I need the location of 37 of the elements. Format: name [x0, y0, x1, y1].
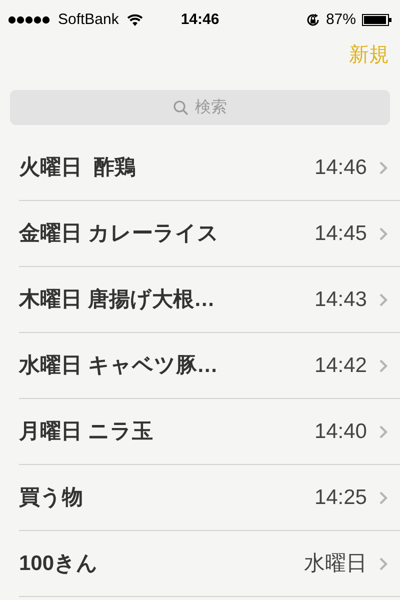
chevron-icon: [379, 292, 388, 306]
note-title: 木曜日 唐揚げ大根…: [19, 286, 216, 313]
note-title: 買う物: [19, 484, 84, 511]
chevron-icon: [379, 358, 388, 372]
note-date: 水曜日: [304, 550, 367, 577]
note-date: 14:45: [314, 220, 367, 247]
chevron-icon: [379, 490, 388, 504]
note-row[interactable]: 月曜日 ニラ玉 14:40: [19, 399, 400, 465]
chevron-icon: [379, 226, 388, 240]
note-row[interactable]: 木曜日 唐揚げ大根… 14:43: [19, 267, 400, 333]
note-title: 100きん: [19, 550, 100, 577]
note-date: 14:42: [314, 352, 367, 379]
note-date: 14:40: [314, 418, 367, 445]
chevron-icon: [379, 160, 388, 174]
note-row[interactable]: 買う物 14:25: [19, 465, 400, 531]
note-row[interactable]: 100きん 水曜日: [19, 531, 400, 597]
note-date: 14:43: [314, 286, 367, 313]
search-field[interactable]: 検索: [10, 90, 390, 125]
chevron-icon: [379, 556, 388, 570]
battery-icon: [362, 14, 392, 26]
battery-percent: 87%: [326, 10, 356, 30]
note-row[interactable]: 火曜日 酢鶏 14:46: [19, 135, 400, 201]
rotation-lock-icon: [306, 13, 320, 27]
note-title: 金曜日 カレーライス: [19, 220, 220, 247]
status-time: 14:46: [180, 10, 220, 30]
signal-icon: [8, 16, 50, 24]
note-title: 水曜日 キャベツ豚…: [19, 352, 219, 379]
note-date: 14:46: [314, 154, 367, 181]
carrier-name: SoftBank: [58, 10, 119, 30]
wifi-icon: [126, 14, 143, 26]
note-date: 14:25: [314, 484, 367, 511]
note-title: 火曜日 酢鶏: [19, 154, 137, 181]
note-title: 月曜日 ニラ玉: [19, 418, 154, 445]
search-icon: [173, 100, 189, 116]
chevron-icon: [379, 424, 388, 438]
note-row[interactable]: 水曜日 キャベツ豚… 14:42: [19, 333, 400, 399]
note-row[interactable]: 金曜日 カレーライス 14:45: [19, 201, 400, 267]
